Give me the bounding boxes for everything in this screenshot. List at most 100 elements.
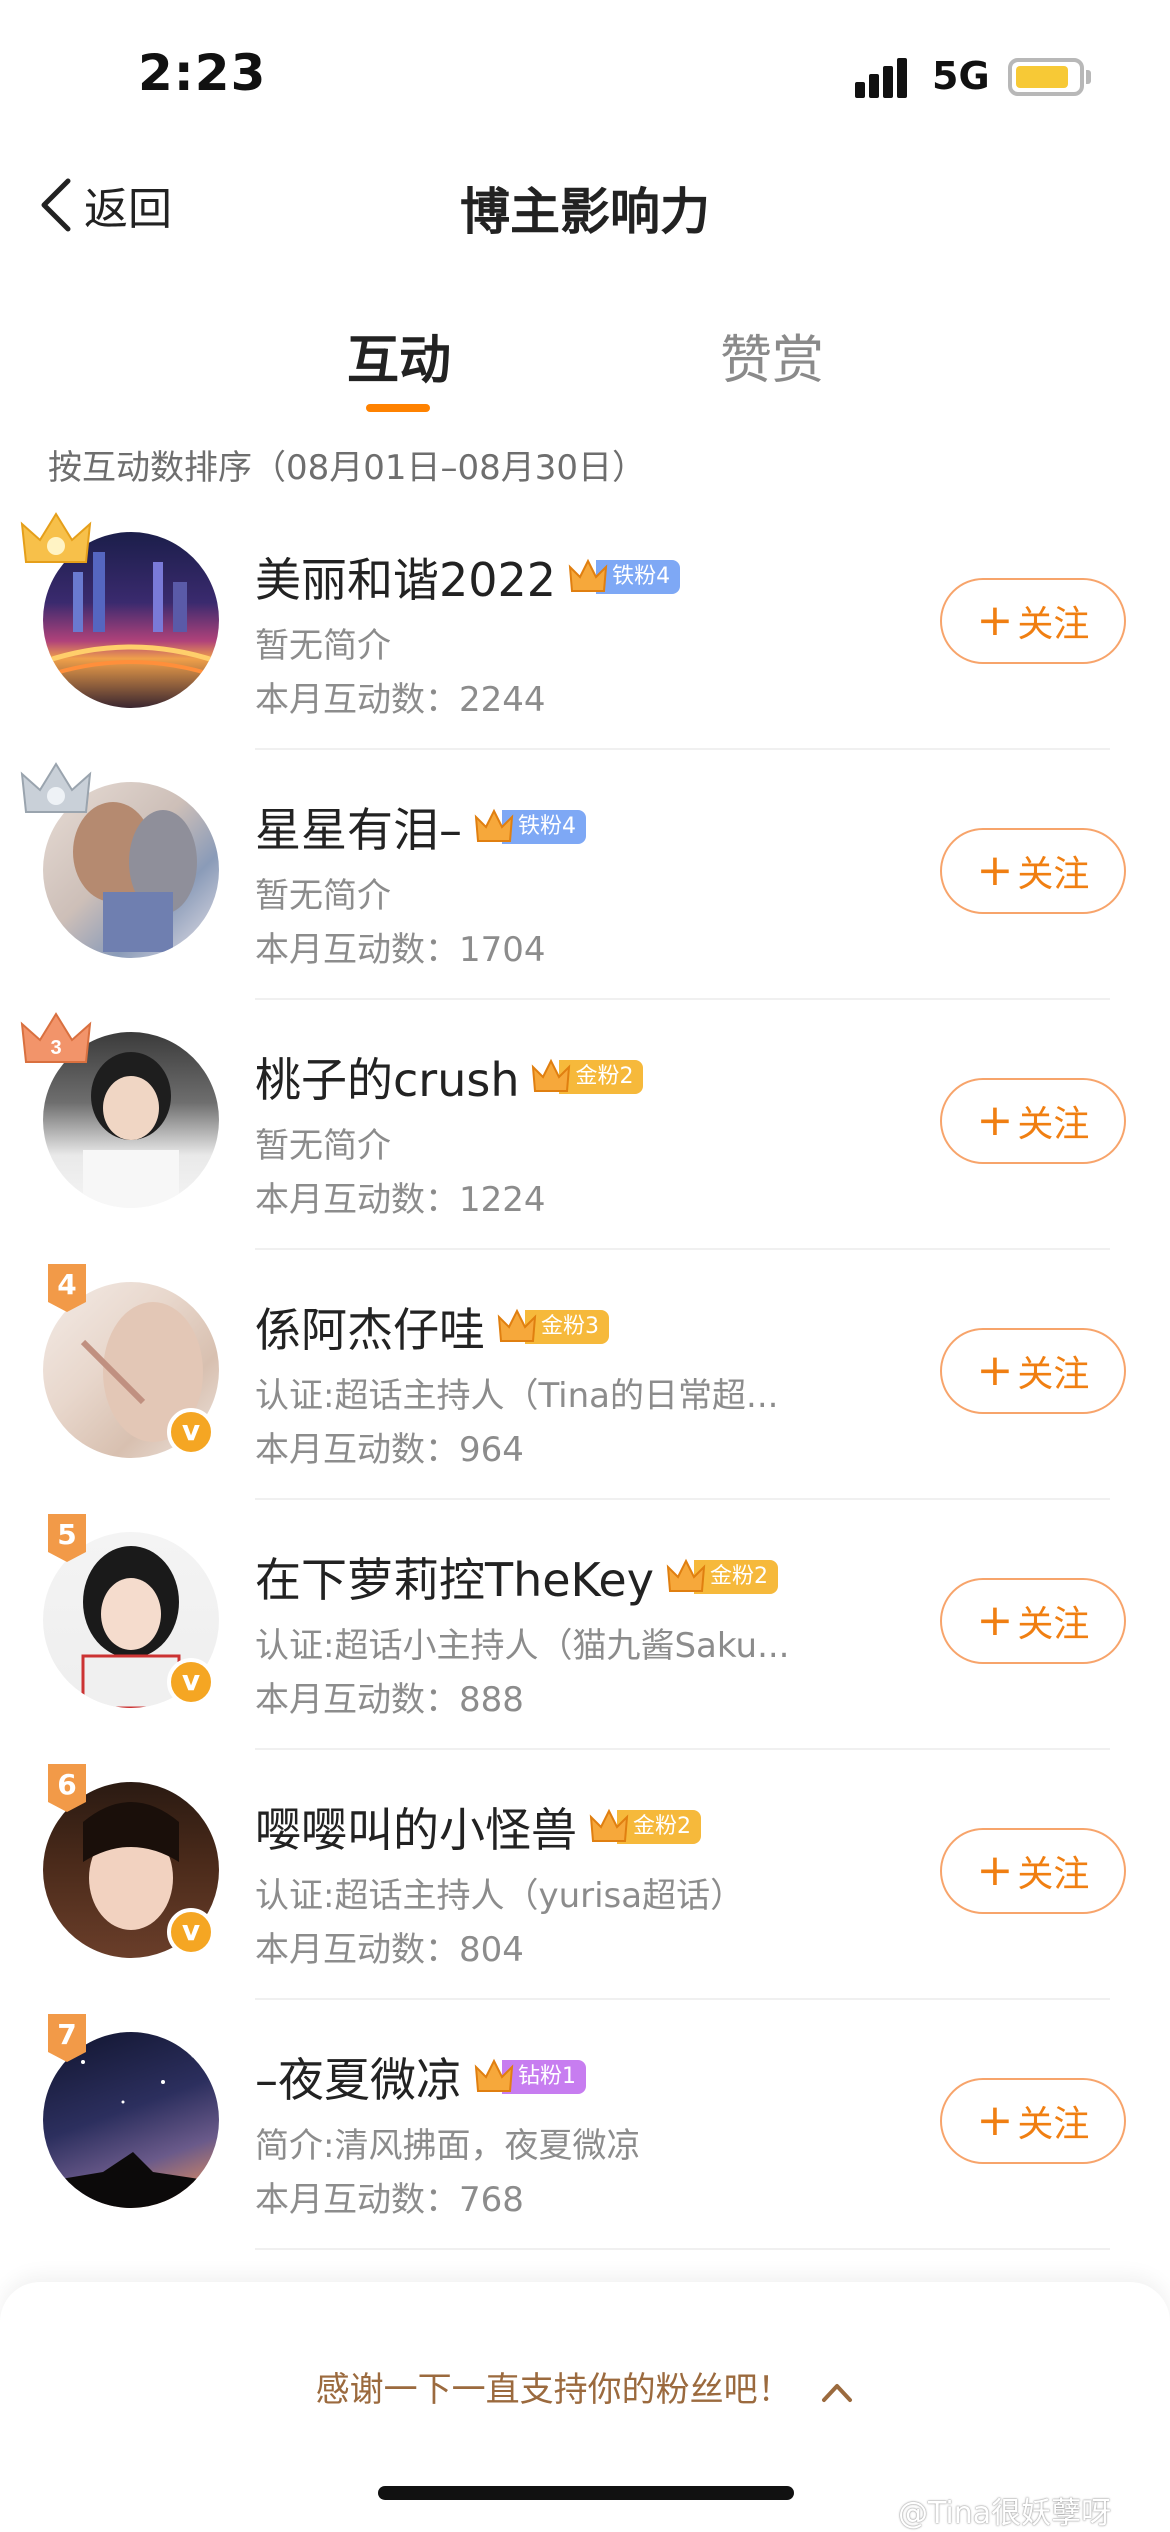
svg-text:3: 3 — [50, 1037, 61, 1059]
status-time: 2:23 — [138, 44, 267, 102]
fan-crown-icon — [589, 1808, 629, 1842]
follow-button[interactable]: + 关注 — [940, 1828, 1126, 1914]
fan-level-label: 金粉2 — [559, 1060, 644, 1094]
plus-icon: + — [976, 1845, 1014, 1896]
rank-badge: 6 — [46, 1762, 88, 1814]
rank-badge: 5 — [46, 1512, 88, 1564]
interaction-count: 本月互动数：768 — [255, 2180, 524, 2220]
follow-label: 关注 — [1017, 1104, 1090, 1145]
fan-level-label: 金粉2 — [617, 1810, 701, 1844]
fan-crown-icon — [568, 558, 608, 592]
follow-label: 关注 — [1017, 854, 1090, 895]
battery-icon — [1008, 58, 1084, 96]
fan-level-badge: 金粉2 — [666, 1557, 778, 1597]
list-item[interactable]: 星星有泪– 铁粉4 暂无简介 本月互动数：1704 + 关注 — [0, 750, 1170, 1000]
fan-bio: 暂无简介 — [255, 1126, 391, 1166]
silver-crown-icon — [20, 762, 92, 813]
rank-badge: 4 — [46, 1262, 88, 1314]
fan-crown-icon — [666, 1558, 706, 1592]
interaction-count: 本月互动数：1704 — [255, 930, 546, 970]
bronze-crown-icon: 3 — [20, 1012, 92, 1063]
rank-badge: 7 — [46, 2012, 88, 2064]
fan-name[interactable]: –夜夏微凉 — [255, 2044, 462, 2110]
name-line: 桃子的crush 金粉2 — [255, 1044, 644, 1110]
follow-label: 关注 — [1017, 1604, 1090, 1645]
fan-level-label: 铁粉4 — [596, 560, 681, 594]
verified-badge-icon: v — [167, 1408, 215, 1456]
tab-interaction[interactable]: 互动 — [347, 318, 451, 393]
list-item[interactable]: 7 –夜夏微凉 钻粉1 简介:清风拂面，夜夏微凉 本月互动数：768 + 关注 — [0, 2000, 1170, 2250]
fan-name[interactable]: 嘤嘤叫的小怪兽 — [255, 1794, 577, 1860]
thanks-text: 感谢一下一直支持你的粉丝吧！ — [315, 2370, 792, 2410]
fan-crown-icon — [497, 1308, 537, 1342]
plus-icon: + — [976, 2095, 1014, 2146]
fan-crown-icon — [474, 2058, 514, 2092]
follow-label: 关注 — [1017, 2104, 1090, 2145]
follow-label: 关注 — [1017, 1354, 1090, 1395]
fan-level-label: 铁粉4 — [502, 810, 586, 844]
interaction-count: 本月互动数：2244 — [255, 680, 546, 720]
fan-crown-icon — [474, 808, 514, 842]
follow-button[interactable]: + 关注 — [940, 578, 1126, 664]
fan-name[interactable]: 桃子的crush — [255, 1044, 519, 1110]
divider — [255, 2248, 1110, 2250]
list-item[interactable]: 6 v 嘤嘤叫的小怪兽 金粉2 认证:超话主持人（yurisa超话） 本月互动数… — [0, 1750, 1170, 2000]
chevron-up-icon — [822, 2383, 853, 2402]
follow-button[interactable]: + 关注 — [940, 1328, 1126, 1414]
verified-badge-icon: v — [167, 1908, 215, 1956]
fan-name[interactable]: 星星有泪– — [255, 794, 462, 860]
cellular-signal-icon — [855, 58, 915, 98]
fan-level-label: 金粉3 — [525, 1310, 609, 1344]
status-bar: 2:23 5G — [0, 0, 1170, 150]
gold-crown-icon — [20, 512, 92, 563]
list-item[interactable]: 5 v 在下萝莉控TheKey 金粉2 认证:超话小主持人（猫九酱Saku...… — [0, 1500, 1170, 1750]
fan-level-label: 钻粉1 — [502, 2060, 586, 2094]
fan-bio: 认证:超话主持人（Tina的日常超... — [255, 1376, 779, 1416]
fan-level-badge: 金粉3 — [497, 1307, 609, 1347]
fan-level-badge: 铁粉4 — [474, 807, 586, 847]
follow-button[interactable]: + 关注 — [940, 2078, 1126, 2164]
fan-bio: 暂无简介 — [255, 626, 391, 666]
follow-label: 关注 — [1017, 1854, 1090, 1895]
fan-name[interactable]: 在下萝莉控TheKey — [255, 1544, 654, 1610]
fan-bio: 认证:超话小主持人（猫九酱Saku... — [255, 1626, 790, 1666]
plus-icon: + — [976, 845, 1014, 896]
tab-reward[interactable]: 赞赏 — [720, 318, 824, 393]
interaction-count: 本月互动数：1224 — [255, 1180, 546, 1220]
name-line: 在下萝莉控TheKey 金粉2 — [255, 1544, 778, 1610]
fan-level-badge: 金粉2 — [531, 1057, 644, 1097]
follow-button[interactable]: + 关注 — [940, 1078, 1126, 1164]
interaction-count: 本月互动数：964 — [255, 1430, 524, 1470]
home-indicator[interactable] — [378, 2486, 794, 2500]
active-tab-indicator — [366, 404, 430, 412]
fan-name[interactable]: 係阿杰仔哇 — [255, 1294, 485, 1360]
list-item[interactable]: 3 桃子的crush 金粉2 暂无简介 本月互动数：1224 + 关注 — [0, 1000, 1170, 1250]
list-item[interactable]: 美丽和谐2022 铁粉4 暂无简介 本月互动数：2244 + 关注 — [0, 500, 1170, 750]
interaction-count: 本月互动数：804 — [255, 1930, 524, 1970]
verified-badge-icon: v — [167, 1658, 215, 1706]
name-line: 星星有泪– 铁粉4 — [255, 794, 586, 860]
follow-label: 关注 — [1017, 604, 1090, 645]
plus-icon: + — [976, 1345, 1014, 1396]
sort-note: 按互动数排序（08月01日–08月30日） — [48, 448, 647, 488]
fan-level-label: 金粉2 — [693, 1560, 778, 1594]
watermark: @Tina很妖孽呀 — [898, 2496, 1112, 2531]
follow-button[interactable]: + 关注 — [940, 828, 1126, 914]
thanks-line[interactable]: 感谢一下一直支持你的粉丝吧！ — [0, 2362, 1170, 2411]
fan-level-badge: 金粉2 — [589, 1807, 701, 1847]
name-line: 嘤嘤叫的小怪兽 金粉2 — [255, 1794, 701, 1860]
battery-cap — [1086, 70, 1091, 84]
fan-level-badge: 铁粉4 — [568, 557, 681, 597]
plus-icon: + — [976, 1095, 1014, 1146]
list-item[interactable]: 4 v 係阿杰仔哇 金粉3 认证:超话主持人（Tina的日常超... 本月互动数… — [0, 1250, 1170, 1500]
plus-icon: + — [976, 1595, 1014, 1646]
page-title: 博主影响力 — [460, 183, 710, 241]
follow-button[interactable]: + 关注 — [940, 1578, 1126, 1664]
name-line: 係阿杰仔哇 金粉3 — [255, 1294, 609, 1360]
fan-bio: 认证:超话主持人（yurisa超话） — [255, 1876, 745, 1916]
fan-bio: 暂无简介 — [255, 876, 391, 916]
interaction-count: 本月互动数：888 — [255, 1680, 524, 1720]
fan-bio: 简介:清风拂面，夜夏微凉 — [255, 2126, 641, 2166]
name-line: –夜夏微凉 钻粉1 — [255, 2044, 586, 2110]
fan-name[interactable]: 美丽和谐2022 — [255, 544, 556, 610]
